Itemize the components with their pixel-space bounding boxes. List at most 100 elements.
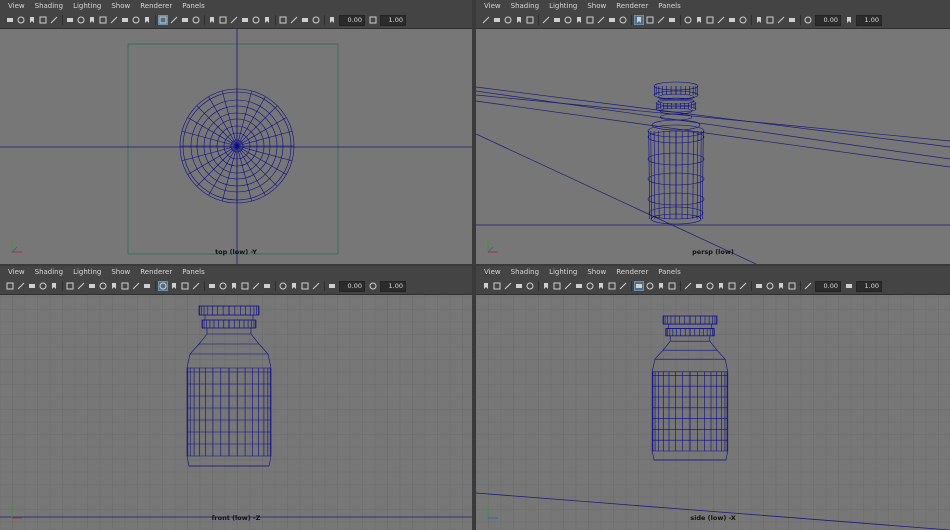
safe-title-icon[interactable] — [143, 282, 151, 290]
menu-show[interactable]: Show — [582, 266, 611, 278]
motion-blur-icon[interactable] — [241, 282, 249, 290]
resolution-gate-icon[interactable] — [575, 282, 583, 290]
exposure-icon[interactable] — [328, 16, 336, 24]
isolate-select-icon[interactable] — [755, 16, 763, 24]
menu-view[interactable]: View — [479, 266, 506, 278]
menu-shading[interactable]: Shading — [506, 0, 544, 12]
menu-renderer[interactable]: Renderer — [135, 266, 177, 278]
2d-pan-zoom-icon[interactable] — [542, 16, 550, 24]
grid-icon[interactable] — [77, 282, 85, 290]
xray-icon[interactable] — [766, 16, 774, 24]
menu-show[interactable]: Show — [582, 0, 611, 12]
screen-space-ao-icon[interactable] — [706, 16, 714, 24]
wireframe-icon[interactable] — [158, 15, 168, 25]
safe-action-icon[interactable] — [132, 16, 140, 24]
camera-attributes-icon[interactable] — [17, 282, 25, 290]
textured-icon[interactable] — [668, 16, 676, 24]
screen-space-ao-icon[interactable] — [706, 282, 714, 290]
textured-icon[interactable] — [668, 282, 676, 290]
grid-icon[interactable] — [553, 282, 561, 290]
menu-show[interactable]: Show — [106, 266, 135, 278]
exposure-field[interactable]: 0.00 — [815, 280, 841, 292]
exposure-icon[interactable] — [328, 282, 336, 290]
field-chart-icon[interactable] — [597, 16, 605, 24]
image-plane-icon[interactable] — [39, 282, 47, 290]
menu-renderer[interactable]: Renderer — [135, 0, 177, 12]
smooth-shade-icon[interactable] — [646, 282, 654, 290]
menu-lighting[interactable]: Lighting — [68, 266, 106, 278]
wireframe-icon[interactable] — [158, 281, 168, 291]
safe-title-icon[interactable] — [619, 282, 627, 290]
menu-renderer[interactable]: Renderer — [611, 0, 653, 12]
wireframe-icon[interactable] — [634, 15, 644, 25]
2d-pan-zoom-icon[interactable] — [66, 282, 74, 290]
exposure-icon[interactable] — [804, 282, 812, 290]
wireframe-on-shaded-icon[interactable] — [657, 282, 665, 290]
exposure-field[interactable]: 0.00 — [339, 14, 365, 26]
wireframe-on-shaded-icon[interactable] — [181, 282, 189, 290]
safe-action-icon[interactable] — [132, 282, 140, 290]
gamma-field[interactable]: 1.00 — [856, 14, 882, 26]
menu-panels[interactable]: Panels — [653, 0, 686, 12]
viewport-front[interactable]: front (low) -Z — [0, 295, 472, 530]
shadows-icon[interactable] — [695, 16, 703, 24]
safe-action-icon[interactable] — [608, 282, 616, 290]
grid-icon[interactable] — [77, 16, 85, 24]
use-all-lights-icon[interactable] — [208, 16, 216, 24]
wireframe-on-shaded-icon[interactable] — [181, 16, 189, 24]
menu-view[interactable]: View — [3, 0, 30, 12]
shadows-icon[interactable] — [219, 282, 227, 290]
menu-lighting[interactable]: Lighting — [68, 0, 106, 12]
xray-joints-icon[interactable] — [301, 282, 309, 290]
menu-panels[interactable]: Panels — [177, 0, 210, 12]
menu-panels[interactable]: Panels — [177, 266, 210, 278]
wireframe-on-shaded-icon[interactable] — [657, 16, 665, 24]
resolution-gate-icon[interactable] — [99, 16, 107, 24]
menu-renderer[interactable]: Renderer — [611, 266, 653, 278]
use-all-lights-icon[interactable] — [684, 16, 692, 24]
motion-blur-icon[interactable] — [717, 282, 725, 290]
resolution-gate-icon[interactable] — [99, 282, 107, 290]
use-all-lights-icon[interactable] — [208, 282, 216, 290]
safe-title-icon[interactable] — [619, 16, 627, 24]
backface-icon[interactable] — [312, 282, 320, 290]
film-gate-icon[interactable] — [564, 16, 572, 24]
depth-of-field-icon[interactable] — [263, 16, 271, 24]
gamma-field[interactable]: 1.00 — [380, 14, 406, 26]
smooth-shade-icon[interactable] — [170, 282, 178, 290]
xray-joints-icon[interactable] — [777, 282, 785, 290]
backface-icon[interactable] — [788, 16, 796, 24]
grease-pencil-icon[interactable] — [50, 282, 58, 290]
screen-space-ao-icon[interactable] — [230, 282, 238, 290]
gamma-icon[interactable] — [369, 16, 377, 24]
menu-lighting[interactable]: Lighting — [544, 0, 582, 12]
shadows-icon[interactable] — [695, 282, 703, 290]
image-plane-icon[interactable] — [515, 16, 523, 24]
xray-joints-icon[interactable] — [301, 16, 309, 24]
select-camera-icon[interactable] — [482, 16, 490, 24]
depth-of-field-icon[interactable] — [739, 282, 747, 290]
gate-mask-icon[interactable] — [586, 282, 594, 290]
film-gate-icon[interactable] — [564, 282, 572, 290]
field-chart-icon[interactable] — [597, 282, 605, 290]
menu-shading[interactable]: Shading — [30, 0, 68, 12]
grease-pencil-icon[interactable] — [526, 16, 534, 24]
grid-icon[interactable] — [553, 16, 561, 24]
menu-lighting[interactable]: Lighting — [544, 266, 582, 278]
safe-title-icon[interactable] — [143, 16, 151, 24]
image-plane-icon[interactable] — [39, 16, 47, 24]
field-chart-icon[interactable] — [121, 282, 129, 290]
gamma-icon[interactable] — [845, 16, 853, 24]
wireframe-icon[interactable] — [634, 281, 644, 291]
menu-view[interactable]: View — [3, 266, 30, 278]
use-all-lights-icon[interactable] — [684, 282, 692, 290]
xray-icon[interactable] — [290, 282, 298, 290]
backface-icon[interactable] — [312, 16, 320, 24]
viewport-top[interactable]: top (low) -Y — [0, 29, 472, 264]
grease-pencil-icon[interactable] — [50, 16, 58, 24]
menu-view[interactable]: View — [479, 0, 506, 12]
gate-mask-icon[interactable] — [586, 16, 594, 24]
viewport-side[interactable]: side (low) -X — [476, 295, 950, 530]
viewport-persp[interactable]: persp (low) — [476, 29, 950, 264]
bookmark-icon[interactable] — [504, 282, 512, 290]
